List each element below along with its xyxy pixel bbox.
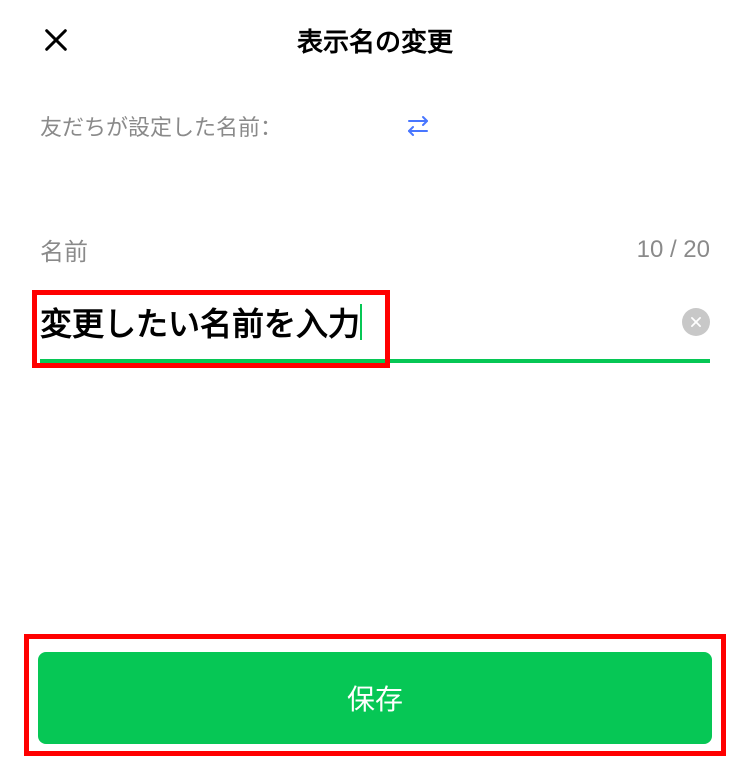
text-cursor: [360, 304, 362, 340]
friend-name-row: 友だちが設定した名前：: [0, 80, 750, 152]
header: 表示名の変更: [0, 0, 750, 80]
label-row: 名前 10 / 20: [40, 232, 710, 267]
swap-icon: [406, 114, 430, 138]
sync-button[interactable]: [406, 114, 430, 138]
clear-button[interactable]: [682, 308, 710, 336]
close-button[interactable]: [40, 24, 72, 56]
name-input-text: 変更したい名前を入力: [40, 299, 360, 345]
char-count: 10 / 20: [637, 236, 710, 264]
name-input-wrapper[interactable]: 変更したい名前を入力: [40, 285, 710, 363]
save-button-label: 保存: [347, 678, 403, 718]
name-label: 名前: [40, 232, 88, 267]
friend-name-label: 友だちが設定した名前：: [40, 110, 282, 142]
name-input[interactable]: 変更したい名前を入力: [40, 285, 710, 359]
close-icon: [42, 26, 70, 54]
save-button[interactable]: 保存: [38, 652, 712, 744]
clear-icon: [689, 315, 703, 329]
page-title: 表示名の変更: [40, 22, 710, 59]
form-section: 名前 10 / 20 変更したい名前を入力: [0, 232, 750, 363]
